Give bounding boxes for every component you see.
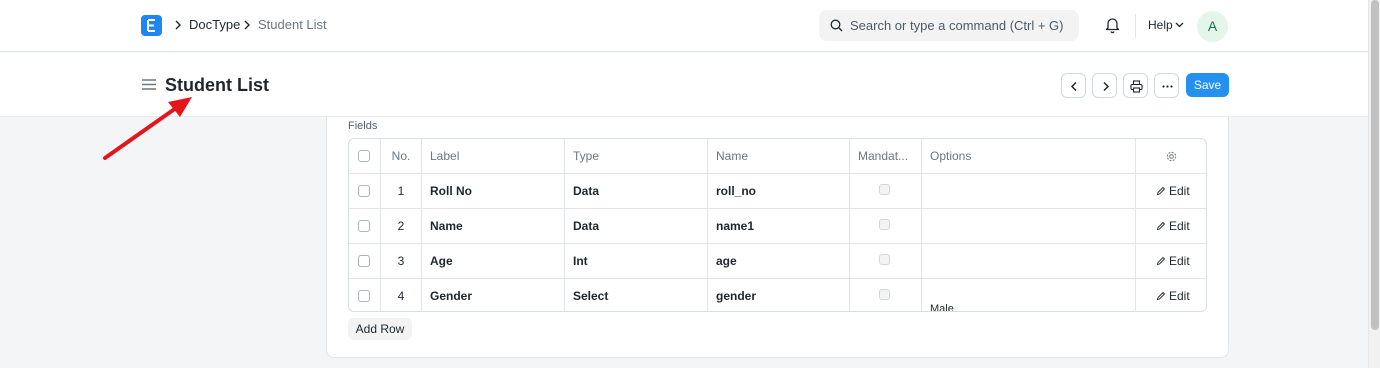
notification-bell-icon[interactable]: [1104, 16, 1121, 34]
breadcrumb-current[interactable]: Student List: [258, 17, 327, 33]
help-dropdown[interactable]: Help: [1148, 18, 1173, 33]
table-row[interactable]: 2 Name Data name1 Edit: [349, 209, 1206, 244]
chevron-right-icon: [175, 20, 181, 30]
page-title: Student List: [165, 75, 269, 95]
pencil-icon: [1156, 221, 1166, 231]
app-logo-icon[interactable]: [141, 15, 162, 36]
edit-row-button[interactable]: Edit: [1135, 244, 1206, 278]
previous-doc-button[interactable]: [1061, 73, 1086, 98]
mandatory-cell: [849, 244, 921, 278]
edit-row-button[interactable]: Edit: [1135, 209, 1206, 243]
table-header-row: No. Label Type Name Mandat... Options: [349, 139, 1206, 174]
field-label-cell[interactable]: Roll No: [421, 174, 564, 208]
column-settings-cell: [1135, 139, 1206, 173]
column-header-options: Options: [921, 139, 1135, 173]
row-number: 4: [380, 279, 421, 311]
row-select-cell: [349, 279, 380, 311]
select-all-cell: [349, 139, 380, 173]
sidebar-toggle-icon[interactable]: [142, 79, 156, 90]
field-name-cell[interactable]: age: [707, 244, 849, 278]
edit-row-button[interactable]: Edit: [1135, 174, 1206, 208]
add-row-button[interactable]: Add Row: [348, 318, 412, 340]
mandatory-checkbox[interactable]: [879, 254, 890, 265]
field-label-cell[interactable]: Gender: [421, 279, 564, 311]
row-select-cell: [349, 244, 380, 278]
fields-table: No. Label Type Name Mandat... Options 1 …: [348, 138, 1207, 312]
select-all-checkbox[interactable]: [358, 150, 370, 162]
ellipsis-icon: [1162, 85, 1173, 88]
options-cell[interactable]: [921, 174, 1135, 208]
row-checkbox[interactable]: [358, 290, 370, 302]
chevron-left-icon: [1070, 81, 1077, 92]
avatar[interactable]: A: [1197, 11, 1228, 42]
row-checkbox[interactable]: [358, 185, 370, 197]
field-label-cell[interactable]: Name: [421, 209, 564, 243]
field-type-cell[interactable]: Data: [564, 209, 707, 243]
printer-icon: [1130, 80, 1143, 93]
mandatory-cell: [849, 209, 921, 243]
page-scrollbar[interactable]: [1368, 0, 1380, 368]
column-header-type: Type: [564, 139, 707, 173]
navbar: DocType Student List Search or type a co…: [0, 0, 1368, 52]
search-placeholder: Search or type a command (Ctrl + G): [850, 18, 1064, 33]
column-header-no: No.: [380, 139, 421, 173]
chevron-right-icon: [244, 20, 250, 30]
field-type-cell[interactable]: Int: [564, 244, 707, 278]
field-label-cell[interactable]: Age: [421, 244, 564, 278]
edit-row-button[interactable]: Edit: [1135, 279, 1206, 311]
column-header-label: Label: [421, 139, 564, 173]
more-actions-button[interactable]: [1154, 73, 1179, 98]
table-row[interactable]: 4 Gender Select gender Male Edit: [349, 279, 1206, 312]
field-name-cell[interactable]: name1: [707, 209, 849, 243]
mandatory-cell: [849, 174, 921, 208]
next-doc-button[interactable]: [1092, 73, 1117, 98]
row-checkbox[interactable]: [358, 255, 370, 267]
mandatory-checkbox[interactable]: [879, 289, 890, 300]
field-type-cell[interactable]: Data: [564, 174, 707, 208]
column-header-mandatory: Mandat...: [849, 139, 921, 173]
options-cell[interactable]: [921, 209, 1135, 243]
column-header-name: Name: [707, 139, 849, 173]
edit-label: Edit: [1169, 219, 1190, 233]
table-row[interactable]: 1 Roll No Data roll_no Edit: [349, 174, 1206, 209]
row-select-cell: [349, 209, 380, 243]
mandatory-cell: [849, 279, 921, 311]
field-type-cell[interactable]: Select: [564, 279, 707, 311]
row-checkbox[interactable]: [358, 220, 370, 232]
pencil-icon: [1156, 256, 1166, 266]
table-row[interactable]: 3 Age Int age Edit: [349, 244, 1206, 279]
breadcrumb-doctype[interactable]: DocType: [189, 17, 240, 33]
options-cell[interactable]: [921, 244, 1135, 278]
scrollbar-thumb[interactable]: [1371, 0, 1379, 330]
search-input[interactable]: Search or type a command (Ctrl + G): [819, 10, 1079, 41]
options-cell[interactable]: Male: [921, 279, 1135, 312]
chevron-down-icon[interactable]: [1175, 22, 1184, 28]
fields-section-label: Fields: [348, 120, 378, 132]
edit-label: Edit: [1169, 184, 1190, 198]
row-number: 3: [380, 244, 421, 278]
save-button[interactable]: Save: [1186, 73, 1229, 97]
row-number: 2: [380, 209, 421, 243]
row-number: 1: [380, 174, 421, 208]
search-icon: [830, 19, 843, 32]
chevron-right-icon: [1103, 81, 1110, 92]
mandatory-checkbox[interactable]: [879, 184, 890, 195]
navbar-divider: [1135, 14, 1136, 38]
print-button[interactable]: [1123, 73, 1148, 98]
field-name-cell[interactable]: roll_no: [707, 174, 849, 208]
field-name-cell[interactable]: gender: [707, 279, 849, 311]
pencil-icon: [1156, 291, 1166, 301]
edit-label: Edit: [1169, 254, 1190, 268]
edit-label: Edit: [1169, 289, 1190, 303]
row-select-cell: [349, 174, 380, 208]
mandatory-checkbox[interactable]: [879, 219, 890, 230]
options-value: Male: [930, 303, 954, 312]
gear-icon[interactable]: [1166, 151, 1177, 162]
pencil-icon: [1156, 186, 1166, 196]
